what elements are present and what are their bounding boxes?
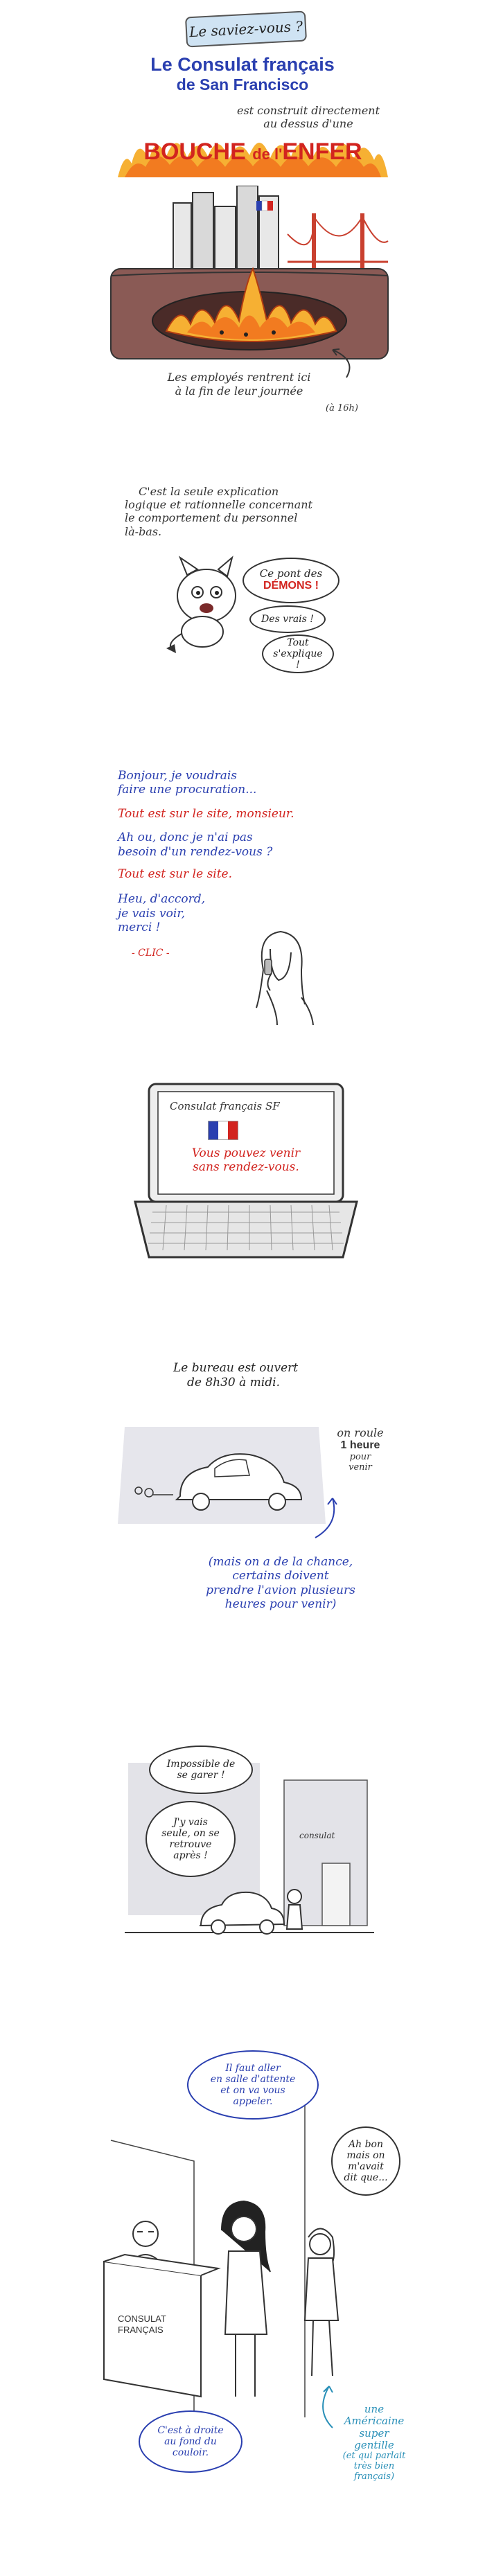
dialogue-line-4: Ah ou, donc je n'ai pas bbox=[118, 830, 253, 845]
counter-sign-line-2: FRANÇAIS bbox=[118, 2324, 164, 2335]
drive-line-2: 1 heure bbox=[340, 1439, 380, 1452]
corridor-line-1: C'est à droite bbox=[157, 2424, 224, 2436]
told-line-4: dit que... bbox=[344, 2172, 388, 2184]
explanation-line-2: logique et rationnelle concernant bbox=[125, 498, 312, 512]
go-alone-line-4: après ! bbox=[173, 1850, 208, 1862]
subtitle-line-1: est construit directement bbox=[236, 104, 380, 117]
american-note-line-4: gentille bbox=[354, 2438, 394, 2451]
dialogue-line-6: Tout est sur le site. bbox=[118, 867, 233, 881]
american-note-line-5: (et qui parlait bbox=[342, 2451, 406, 2461]
dialogue-line-2: faire une procuration... bbox=[118, 783, 257, 797]
go-alone-line-2: seule, on se bbox=[161, 1827, 220, 1839]
screen-message-line-2: sans rendez-vous. bbox=[193, 1160, 299, 1175]
bubble-explains-line-1: Tout bbox=[287, 637, 309, 648]
caption-note: (à 16h) bbox=[326, 403, 358, 414]
waiting-room-line-3: et on va vous bbox=[220, 2085, 285, 2096]
explanation-text: C'est la seule explication logique et ra… bbox=[125, 485, 381, 538]
plane-note-line-1: (mais on a de la chance, bbox=[208, 1555, 353, 1569]
headline-enfer: ENFER bbox=[282, 139, 362, 165]
title-block: Le Consulat français de San Francisco bbox=[90, 54, 395, 94]
no-parking-line-2: se garer ! bbox=[177, 1770, 225, 1781]
screen-message-line-1: Vous pouvez venir bbox=[191, 1146, 301, 1160]
title-line-1: Le Consulat français bbox=[150, 54, 335, 75]
go-alone-line-1: J'y vais bbox=[173, 1816, 208, 1828]
no-parking-line-1: Impossible de bbox=[166, 1758, 236, 1770]
told-line-3: m'avait bbox=[348, 2161, 384, 2172]
explanation-line-4: là-bas. bbox=[125, 524, 162, 538]
explanation-line-1: C'est la seule explication bbox=[139, 485, 279, 498]
headline-de: de l' bbox=[252, 145, 283, 163]
consulate-lobby-icon bbox=[103, 2085, 340, 2417]
plane-note-line-2: certains doivent bbox=[232, 1569, 329, 1583]
speech-bubble-no-parking: Impossible de se garer ! bbox=[149, 1746, 253, 1794]
american-note-line-7: français) bbox=[353, 2471, 395, 2482]
american-note-line-3: super bbox=[359, 2426, 389, 2440]
speech-bubble-but-i-was-told: Ah bon mais on m'avait dit que... bbox=[331, 2126, 400, 2196]
speech-bubble-right-corridor: C'est à droite au fond du couloir. bbox=[139, 2410, 242, 2473]
speech-bubble-waiting-room: Il faut aller en salle d'attente et on v… bbox=[187, 2050, 319, 2120]
dialogue-line-5: besoin d'un rendez-vous ? bbox=[118, 844, 273, 859]
subtitle-block: est construit directement au dessus d'un… bbox=[229, 104, 388, 130]
told-line-1: Ah bon bbox=[349, 2138, 383, 2150]
dialogue-line-8: je vais voir, bbox=[118, 906, 185, 921]
hours-line-1: Le bureau est ouvert bbox=[173, 1361, 299, 1375]
opening-hours: Le bureau est ouvert de 8h30 à midi. bbox=[173, 1361, 367, 1391]
american-note: une Américaine super gentille (et qui pa… bbox=[326, 2403, 423, 2482]
dialogue-line-1: Bonjour, je voudrais bbox=[118, 769, 238, 783]
badge-text: Le saviez-vous ? bbox=[188, 17, 303, 41]
bubble-explains-line-2: s'explique ! bbox=[273, 648, 323, 671]
counter-sign-line-1: CONSULAT bbox=[118, 2313, 166, 2324]
american-note-line-1: une bbox=[364, 2403, 385, 2415]
american-note-line-2: Américaine bbox=[344, 2415, 405, 2428]
plane-note-line-4: heures pour venir) bbox=[224, 1597, 337, 1612]
demon-creature-icon bbox=[166, 556, 236, 653]
french-flag-icon bbox=[208, 1121, 238, 1140]
told-line-2: mais on bbox=[346, 2149, 385, 2161]
did-you-know-badge: Le saviez-vous ? bbox=[184, 10, 308, 48]
explanation-line-3: le comportement du personnel bbox=[125, 511, 298, 525]
american-note-line-6: très bien bbox=[353, 2460, 395, 2471]
corridor-line-2: au fond du bbox=[164, 2435, 217, 2447]
plane-note-line-3: prendre l'avion plusieurs bbox=[206, 1583, 355, 1597]
speech-bubble-explains: Tout s'explique ! bbox=[262, 634, 334, 673]
counter-sign: CONSULAT FRANÇAIS bbox=[118, 2313, 166, 2335]
drive-line-4: venir bbox=[349, 1462, 372, 1473]
waiting-room-line-2: en salle d'attente bbox=[210, 2073, 296, 2085]
consulate-over-hell-illustration bbox=[110, 186, 389, 359]
title-line-2: de San Francisco bbox=[176, 75, 309, 94]
woman-on-phone-icon bbox=[256, 930, 314, 1025]
dialogue-line-7: Heu, d'accord, bbox=[118, 892, 206, 907]
speech-bubble-go-alone: J'y vais seule, on se retrouve après ! bbox=[146, 1801, 236, 1877]
car-driving-icon bbox=[118, 1427, 326, 1524]
drive-time: on roule 1 heure pour venir bbox=[326, 1426, 395, 1473]
consulate-sign: consulat bbox=[299, 1831, 335, 1840]
drive-line-1: on roule bbox=[337, 1426, 384, 1439]
hours-line-2: de 8h30 à midi. bbox=[187, 1376, 280, 1390]
go-alone-line-3: retrouve bbox=[169, 1839, 212, 1850]
note-arrow-icon bbox=[315, 1498, 337, 1538]
drive-line-3: pour bbox=[349, 1451, 371, 1462]
caption-arrow-icon bbox=[332, 348, 351, 378]
headline: BOUCHE de l'ENFER bbox=[118, 139, 388, 166]
headline-bouche: BOUCHE bbox=[143, 139, 246, 165]
screen-message: Vous pouvez venir sans rendez-vous. bbox=[166, 1146, 326, 1175]
speech-bubble-real: Des vrais ! bbox=[249, 605, 326, 633]
waiting-room-line-1: Il faut aller bbox=[225, 2062, 281, 2074]
screen-title: Consulat français SF bbox=[170, 1100, 280, 1112]
bubble-demons-line-2: DÉMONS ! bbox=[263, 580, 319, 592]
bubble-demons-line-1: Ce pont des bbox=[259, 567, 323, 580]
corridor-line-3: couloir. bbox=[172, 2447, 209, 2459]
bubble-real-text: Des vrais ! bbox=[261, 613, 314, 625]
dialogue-line-3: Tout est sur le site, monsieur. bbox=[118, 806, 294, 821]
plane-note: (mais on a de la chance, certains doiven… bbox=[166, 1555, 395, 1612]
caption-line-2: à la fin de leur journée bbox=[175, 384, 303, 398]
waiting-room-line-4: appeler. bbox=[233, 2096, 273, 2108]
speech-bubble-demons: Ce pont des DÉMONS ! bbox=[242, 558, 340, 603]
